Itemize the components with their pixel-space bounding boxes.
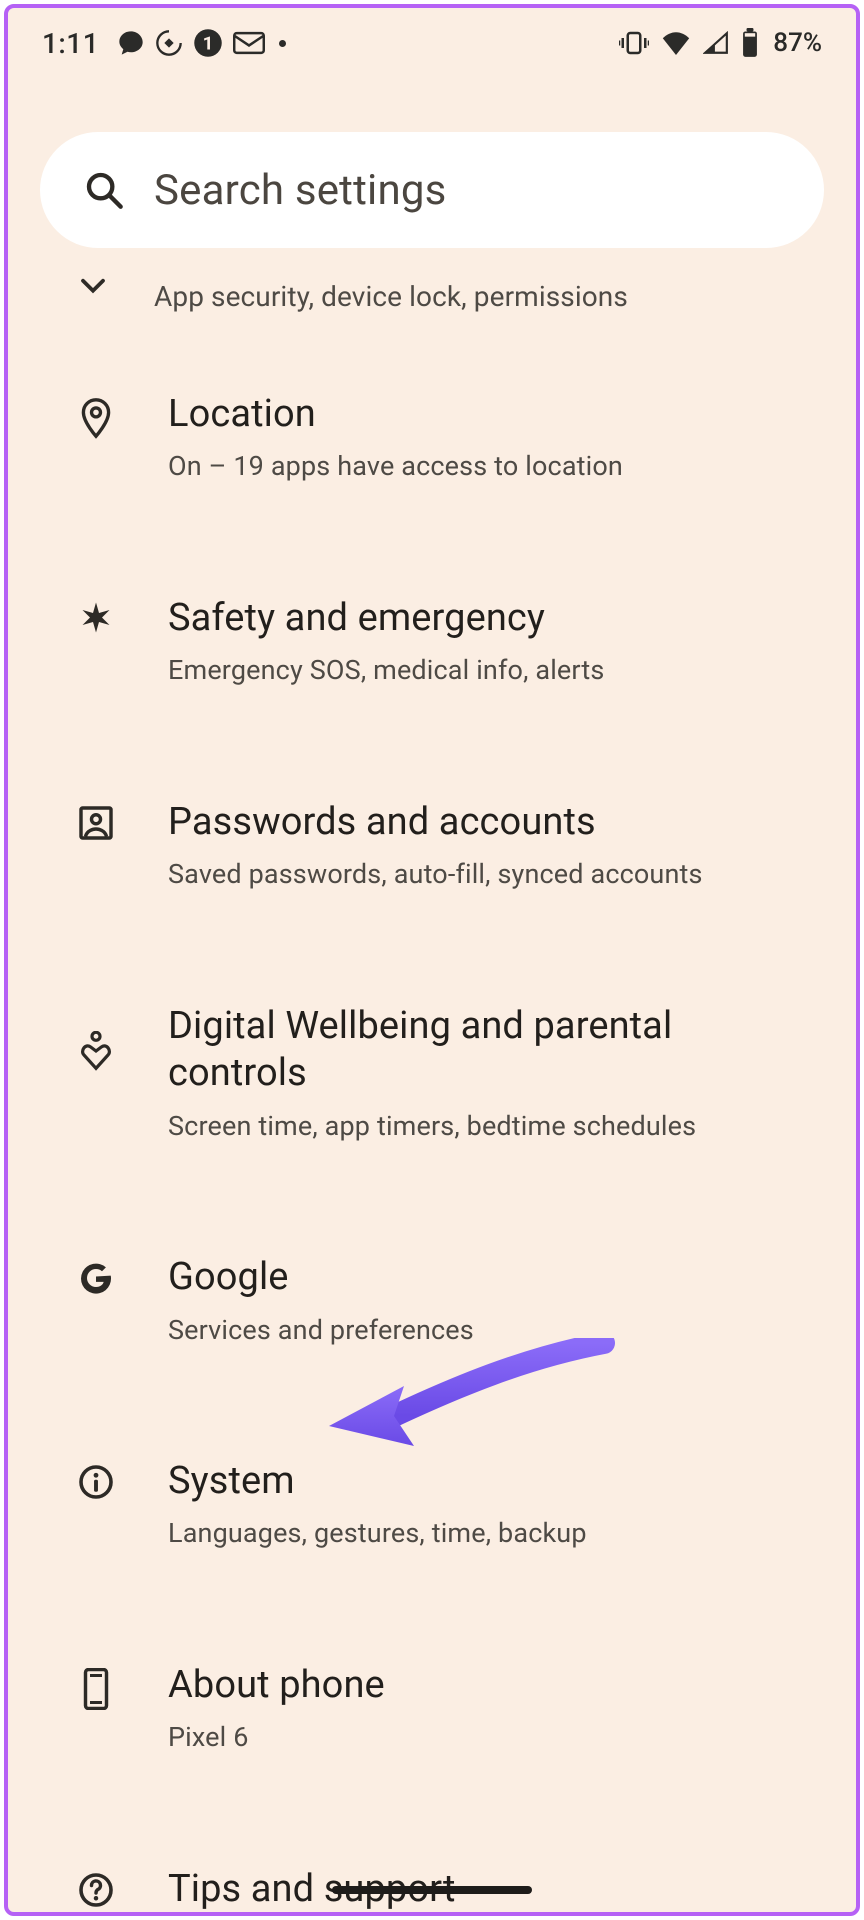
- item-title: Digital Wellbeing and parental controls: [168, 1003, 816, 1098]
- settings-item-safety[interactable]: Safety and emergency Emergency SOS, medi…: [8, 540, 856, 744]
- sync-cloud-icon: [155, 29, 183, 57]
- svg-text:1: 1: [203, 32, 214, 54]
- item-title: About phone: [168, 1662, 385, 1710]
- chat-bubble-icon: [117, 29, 145, 57]
- help-icon: [74, 1866, 118, 1908]
- settings-item-system[interactable]: System Languages, gestures, time, backup: [8, 1403, 856, 1607]
- item-subtitle: Services and preferences: [168, 1312, 474, 1348]
- battery-icon: [741, 28, 759, 58]
- phone-device-icon: [74, 1662, 118, 1710]
- search-icon: [84, 170, 124, 210]
- settings-item-google[interactable]: Google Services and preferences: [8, 1199, 856, 1403]
- mail-app-icon: [233, 29, 265, 57]
- chevron-down-icon: [78, 278, 108, 300]
- search-placeholder: Search settings: [154, 166, 447, 215]
- status-bar: 1:11 1: [8, 8, 856, 78]
- item-subtitle: Emergency SOS, medical info, alerts: [168, 652, 604, 688]
- settings-item-about-phone[interactable]: About phone Pixel 6: [8, 1607, 856, 1811]
- settings-item-passwords[interactable]: Passwords and accounts Saved passwords, …: [8, 744, 856, 948]
- settings-item-tips-support[interactable]: Tips and support Help articles, phone an…: [8, 1811, 856, 1916]
- item-subtitle: Saved passwords, auto-fill, synced accou…: [168, 856, 703, 892]
- item-title: System: [168, 1458, 587, 1506]
- status-left: 1:11 1: [42, 27, 286, 60]
- phone-frame: 1:11 1: [4, 4, 860, 1916]
- security-subtitle: App security, device lock, permissions: [154, 278, 628, 316]
- wellbeing-icon: [74, 1003, 118, 1071]
- item-subtitle: Screen time, app timers, bedtime schedul…: [168, 1108, 816, 1144]
- google-icon: [74, 1254, 118, 1296]
- wifi-icon: [661, 31, 691, 55]
- item-subtitle: On – 19 apps have access to location: [168, 448, 623, 484]
- battery-percentage: 87%: [773, 28, 822, 58]
- cell-signal-icon: [703, 31, 729, 55]
- item-subtitle: Pixel 6: [168, 1719, 385, 1755]
- more-notifications-icon: [279, 40, 286, 47]
- settings-item-location[interactable]: Location On – 19 apps have access to loc…: [8, 336, 856, 540]
- item-title: Location: [168, 391, 623, 439]
- gesture-nav-bar[interactable]: [332, 1886, 532, 1894]
- vibrate-icon: [619, 30, 649, 56]
- notification-badge-icon: 1: [193, 28, 223, 58]
- settings-item-wellbeing[interactable]: Digital Wellbeing and parental controls …: [8, 948, 856, 1199]
- clock: 1:11: [42, 27, 99, 60]
- location-icon: [74, 391, 118, 439]
- status-right: 87%: [619, 28, 822, 58]
- info-icon: [74, 1458, 118, 1500]
- asterisk-icon: [74, 595, 118, 637]
- settings-item-security-partial[interactable]: App security, device lock, permissions: [8, 268, 856, 336]
- item-subtitle: Languages, gestures, time, backup: [168, 1515, 587, 1551]
- item-title: Passwords and accounts: [168, 799, 703, 847]
- settings-list: Location On – 19 apps have access to loc…: [8, 336, 856, 1916]
- item-title: Safety and emergency: [168, 595, 604, 643]
- search-settings[interactable]: Search settings: [40, 132, 824, 248]
- item-title: Google: [168, 1254, 474, 1302]
- account-box-icon: [74, 799, 118, 841]
